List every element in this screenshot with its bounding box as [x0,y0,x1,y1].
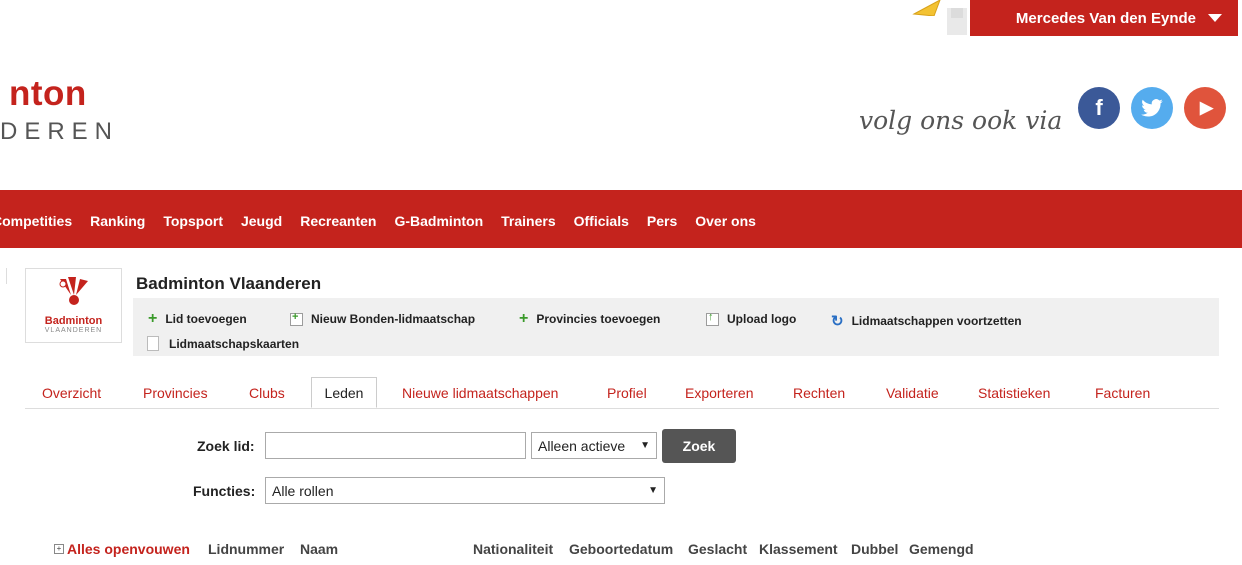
search-button-label: Zoek [682,438,716,454]
tab-leden-label: Leden [324,384,364,401]
nav-item-g-badminton[interactable]: G-Badminton [394,213,483,229]
follow-text: volg ons ook via [859,106,1063,135]
action-bar: + Lid toevoegen + Nieuw Bonden-lidmaatscha… [133,298,1219,356]
nav-item-ranking[interactable]: Ranking [90,213,145,229]
nav-item-over-ons[interactable]: Over ons [695,213,756,229]
dropdown-arrow-icon: ▼ [648,485,658,496]
facebook-glyph: f [1095,95,1103,120]
add-provinces-label: Provincies toevoegen [536,312,661,326]
user-name: Mercedes Van den Eynde [1015,9,1196,27]
nav-item-pers[interactable]: Pers [647,213,677,229]
tab-overzicht[interactable]: Overzicht [42,385,101,401]
nav-item-jeugd[interactable]: Jeugd [241,213,282,229]
membership-cards-label: Lidmaatschapskaarten [169,336,300,351]
column-header-naam[interactable]: Naam [300,541,338,557]
search-label: Zoek lid: [197,438,255,454]
roles-select[interactable]: Alle rollen ▼ [265,477,665,504]
twitter-icon[interactable] [1131,87,1173,129]
play-glyph: ▶ [1199,98,1214,117]
search-input[interactable] [265,432,526,459]
expand-all-label: Alles openvouwen [67,541,190,557]
tab-facturen[interactable]: Facturen [1095,385,1150,401]
continue-memberships-label: Lidmaatschappen voortzetten [851,314,1022,328]
org-logo-line1: Badminton [44,315,103,327]
tab-validatie[interactable]: Validatie [886,385,939,401]
tab-nieuwe-lidmaatschappen[interactable]: Nieuwe lidmaatschappen [402,385,558,401]
star-icon [912,0,941,16]
main-nav: Competities Ranking Topsport Jeugd Recre… [0,213,756,229]
add-member-button[interactable]: + Lid toevoegen [148,310,247,327]
column-header-geboortedatum[interactable]: Geboortedatum [569,541,673,557]
site-logo-subtext: DEREN [0,118,120,145]
nav-item-recreanten[interactable]: Recreanten [300,213,376,229]
expand-all-link[interactable]: + Alles openvouwen [54,541,190,557]
add-box-icon: + [290,311,303,326]
org-title: Badminton Vlaanderen [136,274,322,293]
org-logo: Badminton VLAANDEREN [25,268,122,343]
refresh-icon: ↻ [831,313,844,330]
facebook-icon[interactable]: f [1078,87,1120,129]
twitter-bird-icon [1141,99,1163,117]
membership-cards-button[interactable]: Lidmaatschapskaarten [147,336,299,351]
tab-exporteren[interactable]: Exporteren [685,385,753,401]
tab-provincies[interactable]: Provincies [143,385,208,401]
search-button[interactable]: Zoek [662,429,736,463]
tab-statistieken[interactable]: Statistieken [978,385,1050,401]
youtube-icon[interactable]: ▶ [1184,87,1226,129]
column-header-nationaliteit[interactable]: Nationaliteit [473,541,553,557]
status-select[interactable]: Alleen actieve ▼ [531,432,657,459]
column-header-klassement[interactable]: Klassement [759,541,838,557]
roles-select-value: Alle rollen [272,482,334,499]
column-header-dubbel[interactable]: Dubbel [851,541,898,557]
column-header-geslacht[interactable]: Geslacht [688,541,747,557]
nav-item-trainers[interactable]: Trainers [501,213,555,229]
dropdown-arrow-icon: ▼ [640,440,650,451]
upload-icon: ↑ [706,311,719,326]
site-logo-text[interactable]: nton [9,74,87,114]
tab-profiel[interactable]: Profiel [607,385,647,401]
nav-item-officials[interactable]: Officials [574,213,629,229]
plus-icon: + [519,310,529,327]
document-icon [147,336,159,351]
user-menu-button[interactable]: Mercedes Van den Eynde [970,0,1238,36]
avatar [947,8,967,35]
org-logo-line2: VLAANDEREN [44,327,103,334]
tab-underline [25,408,1219,409]
new-federation-membership-button[interactable]: + Nieuw Bonden-lidmaatschap [290,311,476,326]
plus-icon: + [148,310,158,327]
roles-label: Functies: [193,483,256,499]
tab-clubs[interactable]: Clubs [249,385,285,401]
add-member-label: Lid toevoegen [165,312,247,326]
divider [6,268,10,284]
shuttlecock-icon [59,277,88,305]
new-federation-label: Nieuw Bonden-lidmaatschap [311,312,476,326]
column-header-lidnummer[interactable]: Lidnummer [208,541,284,557]
tab-leden[interactable]: Leden [311,377,377,408]
upload-logo-button[interactable]: ↑ Upload logo [706,311,797,326]
tab-rechten[interactable]: Rechten [793,385,845,401]
add-provinces-button[interactable]: + Provincies toevoegen [519,310,661,327]
nav-item-topsport[interactable]: Topsport [163,213,223,229]
caret-down-icon [1208,14,1222,22]
expand-icon: + [54,544,64,554]
status-select-value: Alleen actieve [538,437,626,454]
upload-logo-label: Upload logo [727,312,797,326]
nav-item-competities[interactable]: Competities [0,213,72,229]
column-header-gemengd[interactable]: Gemengd [909,541,974,557]
continue-memberships-button[interactable]: ↻ Lidmaatschappen voortzetten [831,312,1022,330]
